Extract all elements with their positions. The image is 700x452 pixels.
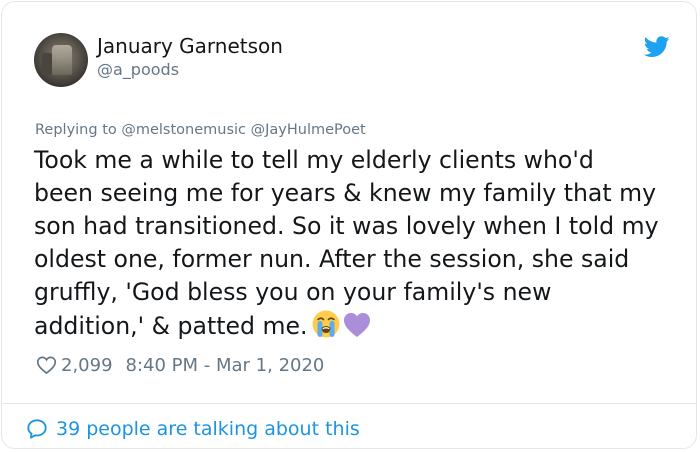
tweet-card: January Garnetson @a_poods Replying to @… — [1, 1, 697, 449]
twitter-bird-icon[interactable] — [644, 36, 670, 58]
author-handle[interactable]: @a_poods — [97, 60, 179, 79]
reply-context[interactable]: Replying to @melstonemusic @JayHulmePoet — [35, 122, 366, 138]
purple-heart-icon — [344, 313, 371, 337]
timestamp[interactable]: 8:40 PM - Mar 1, 2020 — [126, 355, 325, 376]
conversation-link[interactable]: 39 people are talking about this — [26, 416, 360, 442]
avatar-image-figure — [52, 45, 72, 75]
tweet-text-line: been seeing me for years & knew my famil… — [34, 179, 657, 207]
tweet-text: Took me a while to tell my elderly clien… — [34, 144, 684, 343]
avatar-image-detail — [42, 53, 52, 75]
tweet-text-line: gruffly, 'God bless you on your family's… — [34, 278, 552, 306]
loudly-crying-face-icon — [312, 310, 340, 338]
like-count[interactable]: 2,099 — [61, 355, 113, 376]
tweet-text-line: Took me a while to tell my elderly clien… — [34, 146, 594, 174]
heart-icon[interactable] — [36, 355, 57, 375]
avatar[interactable] — [34, 33, 88, 87]
speech-bubble-icon — [27, 419, 47, 439]
tweet-text-line: son had transitioned. So it was lovely w… — [34, 212, 659, 240]
conversation-label[interactable]: 39 people are talking about this — [56, 418, 360, 440]
tweet-text-line: oldest one, former nun. After the sessio… — [34, 245, 630, 273]
tweet-text-line-content: addition,' & patted me. — [34, 312, 308, 340]
divider — [2, 403, 696, 404]
author-display-name[interactable]: January Garnetson — [97, 34, 283, 58]
tweet-text-line-last: addition,' & patted me. — [34, 309, 684, 343]
tweet-meta: 2,099 8:40 PM - Mar 1, 2020 — [36, 352, 324, 378]
